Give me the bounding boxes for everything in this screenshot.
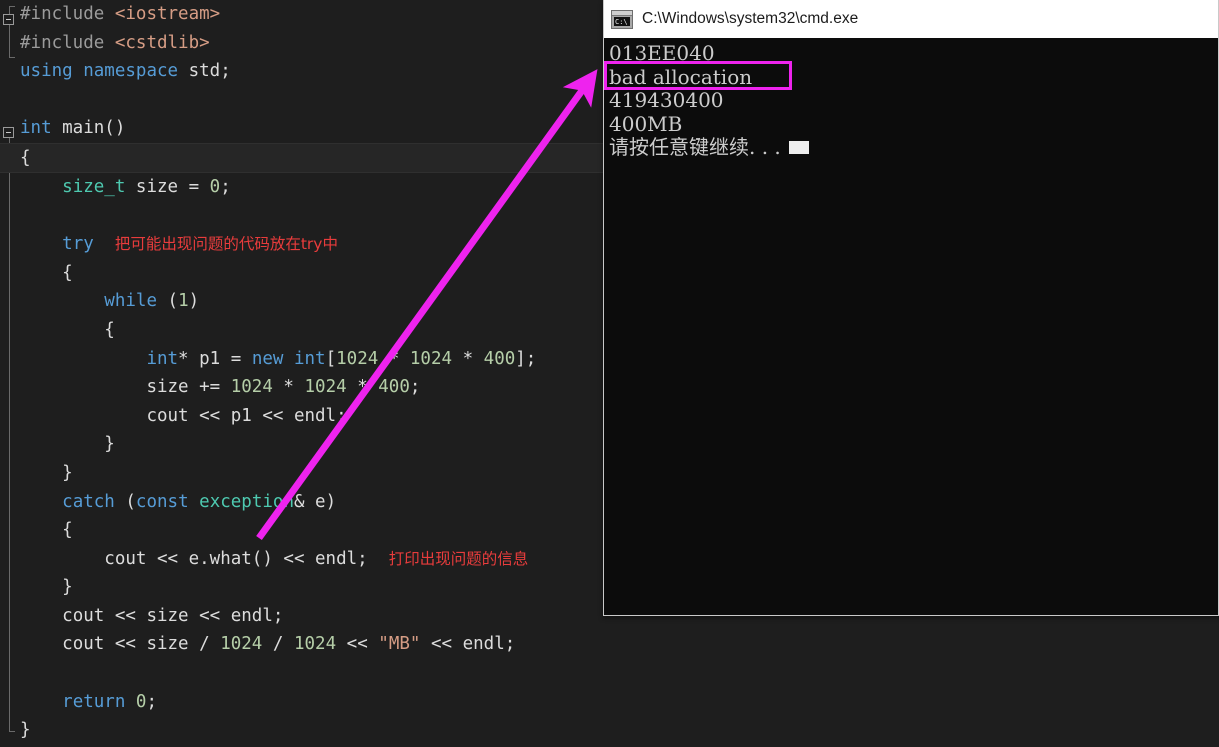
code-token: int [146, 348, 179, 369]
code-comment-cn: 打印出现问题的信息 [388, 549, 529, 568]
code-token: ; [146, 691, 158, 712]
code-token: * p1 = [178, 348, 252, 369]
code-token: { [62, 520, 73, 541]
code-token: namespace [83, 61, 179, 82]
code-token: ; [220, 176, 231, 197]
code-token: 1024 [409, 348, 453, 369]
console-line-prompt: 请按任意键继续. . . [609, 135, 1218, 160]
cmd-icon-screen: C:\ [614, 16, 630, 26]
code-line[interactable] [0, 659, 1219, 688]
console-line-bad-allocation: bad allocation [609, 64, 753, 89]
code-token: { [104, 319, 115, 340]
code-token: cout << p1 << endl; [146, 405, 347, 426]
code-token: catch [62, 491, 115, 512]
code-token: 400 [483, 348, 516, 369]
code-token: <cstdlib> [114, 32, 210, 53]
code-token: return [62, 691, 126, 712]
console-line: 419430400 [609, 88, 724, 112]
code-token: ; [409, 377, 421, 398]
code-token: const [135, 491, 189, 512]
code-token: exception [199, 491, 294, 512]
console-prompt-text: 请按任意键继续. . . [609, 135, 781, 159]
code-token: [ [325, 348, 337, 369]
code-token: ) [188, 291, 200, 312]
code-token: 1024 [220, 634, 263, 655]
code-token: } [62, 462, 73, 483]
code-token: std; [178, 61, 231, 82]
code-token: int [293, 348, 326, 369]
code-token: ( [114, 491, 136, 512]
code-token: * [378, 348, 410, 369]
screenshot-root: #include <iostream> #include <cstdlib> usi… [0, 0, 1219, 747]
code-token: "MB" [378, 634, 421, 655]
code-token: } [20, 720, 31, 741]
code-token: cout << size / [62, 634, 221, 655]
code-token: 1024 [230, 377, 273, 398]
code-token: 1 [178, 291, 189, 312]
code-token: try [62, 234, 94, 255]
code-token: while [104, 291, 157, 312]
cmd-title-bar[interactable]: C:\ C:\Windows\system32\cmd.exe [604, 0, 1218, 38]
code-token: 0 [135, 691, 147, 712]
code-token: 1024 [293, 634, 337, 655]
console-line: 400MB [609, 111, 683, 136]
code-token: << endl; [420, 634, 516, 655]
console-cursor [788, 141, 809, 154]
code-token: & e) [293, 491, 337, 512]
code-token: * [272, 377, 305, 398]
cmd-window-title: C:\Windows\system32\cmd.exe [642, 10, 859, 27]
code-token: new [251, 348, 284, 369]
code-token: 1024 [304, 377, 347, 398]
code-line[interactable]: } [0, 716, 1219, 745]
code-token: 1024 [336, 348, 379, 369]
cmd-icon-titlebar [612, 10, 632, 16]
code-token: ( [156, 291, 179, 312]
code-token: } [62, 577, 73, 598]
code-token: size = [125, 176, 210, 197]
code-token: { [62, 262, 73, 283]
code-token: size_t [62, 176, 126, 197]
code-line[interactable]: return 0; [0, 688, 1219, 717]
code-token: cout << size << endl; [62, 605, 284, 626]
console-line: 013EE040 [609, 41, 715, 65]
code-token: << [336, 634, 379, 655]
code-token: 0 [209, 176, 221, 197]
code-token: * [452, 348, 484, 369]
code-token: / [262, 634, 294, 655]
code-token: int [20, 118, 52, 139]
cmd-exe-icon: C:\ [611, 9, 633, 29]
code-comment-cn: 把可能出现问题的代码放在try中 [114, 235, 338, 254]
cmd-output-area[interactable]: 013EE040 bad allocation 419430400 400MB … [604, 38, 1218, 615]
code-token: 400 [378, 377, 410, 398]
code-token: cout << e.what() << endl; [104, 548, 368, 569]
code-token: } [104, 434, 115, 455]
code-token: #include [20, 4, 105, 24]
code-line[interactable]: cout << size / 1024 / 1024 << "MB" << en… [0, 630, 1219, 659]
code-token: ]; [515, 348, 537, 369]
cmd-window[interactable]: C:\ C:\Windows\system32\cmd.exe 013EE040… [603, 0, 1219, 616]
code-token: <iostream> [114, 4, 221, 24]
code-token: #include [20, 32, 105, 53]
code-token: using [20, 61, 73, 82]
code-token: { [20, 147, 31, 168]
code-token: size += [146, 377, 231, 398]
code-token: main() [51, 118, 126, 139]
code-token: * [346, 377, 379, 398]
